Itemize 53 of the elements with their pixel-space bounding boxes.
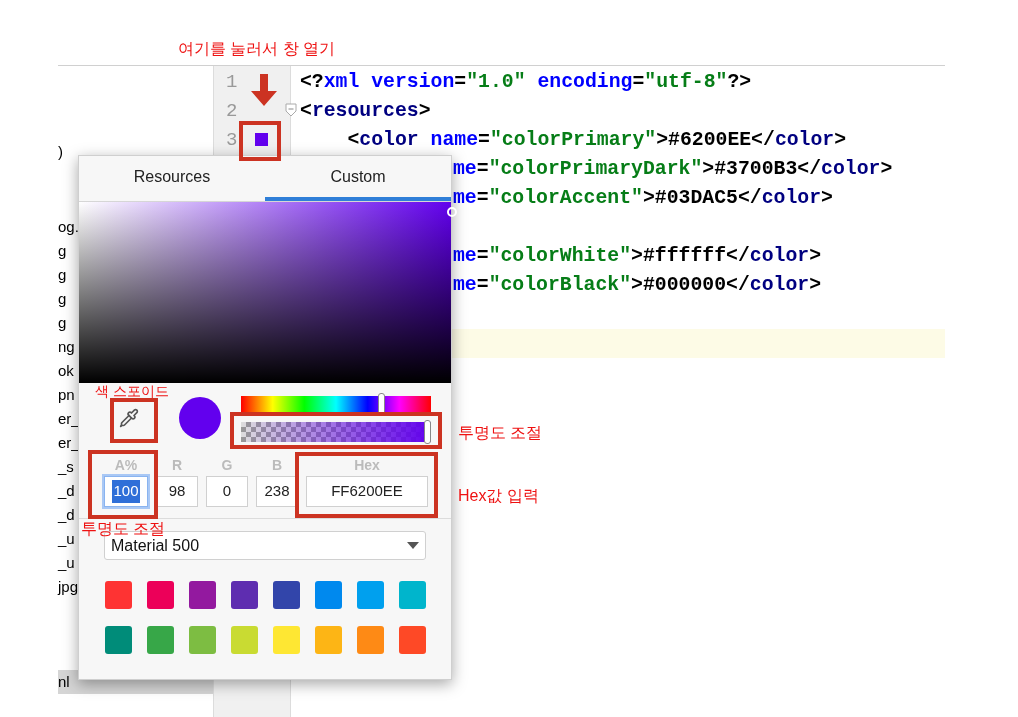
color-swatch[interactable]	[105, 581, 132, 609]
highlight-frame	[88, 450, 158, 519]
color-swatch[interactable]	[273, 581, 300, 609]
code-line: me="colorBlack">#000000</color>	[453, 273, 822, 298]
color-swatch[interactable]	[189, 626, 216, 654]
code-line: me="colorAccent">#03DAC5</color>	[453, 186, 833, 211]
field-label: R	[171, 456, 183, 475]
color-swatch[interactable]	[399, 626, 426, 654]
line-number: 2	[225, 99, 238, 124]
color-swatch[interactable]	[399, 581, 426, 609]
color-swatch[interactable]	[315, 581, 342, 609]
arrow-icon	[251, 74, 277, 106]
code-line: me="colorWhite">#ffffff</color>	[453, 244, 822, 269]
color-swatch[interactable]	[147, 581, 174, 609]
code-line: <resources>	[300, 99, 431, 124]
hue-slider[interactable]	[241, 396, 431, 412]
color-swatch[interactable]	[357, 581, 384, 609]
color-swatch[interactable]	[105, 626, 132, 654]
color-swatch[interactable]	[255, 133, 268, 146]
code-line: <color name="colorPrimary">#6200EE</color>	[346, 128, 847, 153]
highlight-frame	[239, 121, 281, 161]
fold-icon[interactable]	[285, 103, 297, 117]
annotation-text: 여기를 눌러서 창 열기	[178, 39, 336, 59]
value-field[interactable]: FF6200EE	[306, 476, 428, 507]
value-field[interactable]: 98	[156, 476, 198, 507]
slider-thumb[interactable]	[424, 420, 431, 444]
slider-thumb[interactable]	[377, 393, 385, 415]
color-swatch[interactable]	[147, 626, 174, 654]
color-swatch[interactable]	[273, 626, 300, 654]
line-number: 3	[225, 128, 238, 153]
field-label: B	[271, 456, 283, 475]
annotation-text: 투명도 조절	[458, 423, 543, 443]
tab[interactable]: Resources	[79, 156, 265, 201]
field-label: G	[221, 456, 233, 475]
value-field[interactable]: 238	[256, 476, 298, 507]
color-swatch[interactable]	[231, 581, 258, 609]
color-swatch[interactable]	[189, 581, 216, 609]
color-swatch[interactable]	[231, 626, 258, 654]
alpha-slider[interactable]	[241, 422, 431, 442]
caret-icon	[407, 542, 419, 549]
annotation-text: Hex값 입력	[458, 486, 539, 506]
code-line: <?xml version="1.0" encoding="utf-8"?>	[300, 70, 752, 95]
color-swatch[interactable]	[357, 626, 384, 654]
color-swatch[interactable]	[315, 626, 342, 654]
line-number: 1	[225, 70, 238, 95]
code-line: me="colorPrimaryDark">#3700B3</color>	[453, 157, 893, 182]
highlight-frame	[110, 398, 158, 443]
value-field[interactable]: 100	[104, 476, 148, 507]
annotation-text: 색 스포이드	[95, 383, 169, 399]
field-label: A%	[114, 456, 138, 475]
eyedropper-icon	[119, 408, 139, 428]
field-label: Hex	[354, 456, 380, 475]
value-field[interactable]: 0	[206, 476, 248, 507]
